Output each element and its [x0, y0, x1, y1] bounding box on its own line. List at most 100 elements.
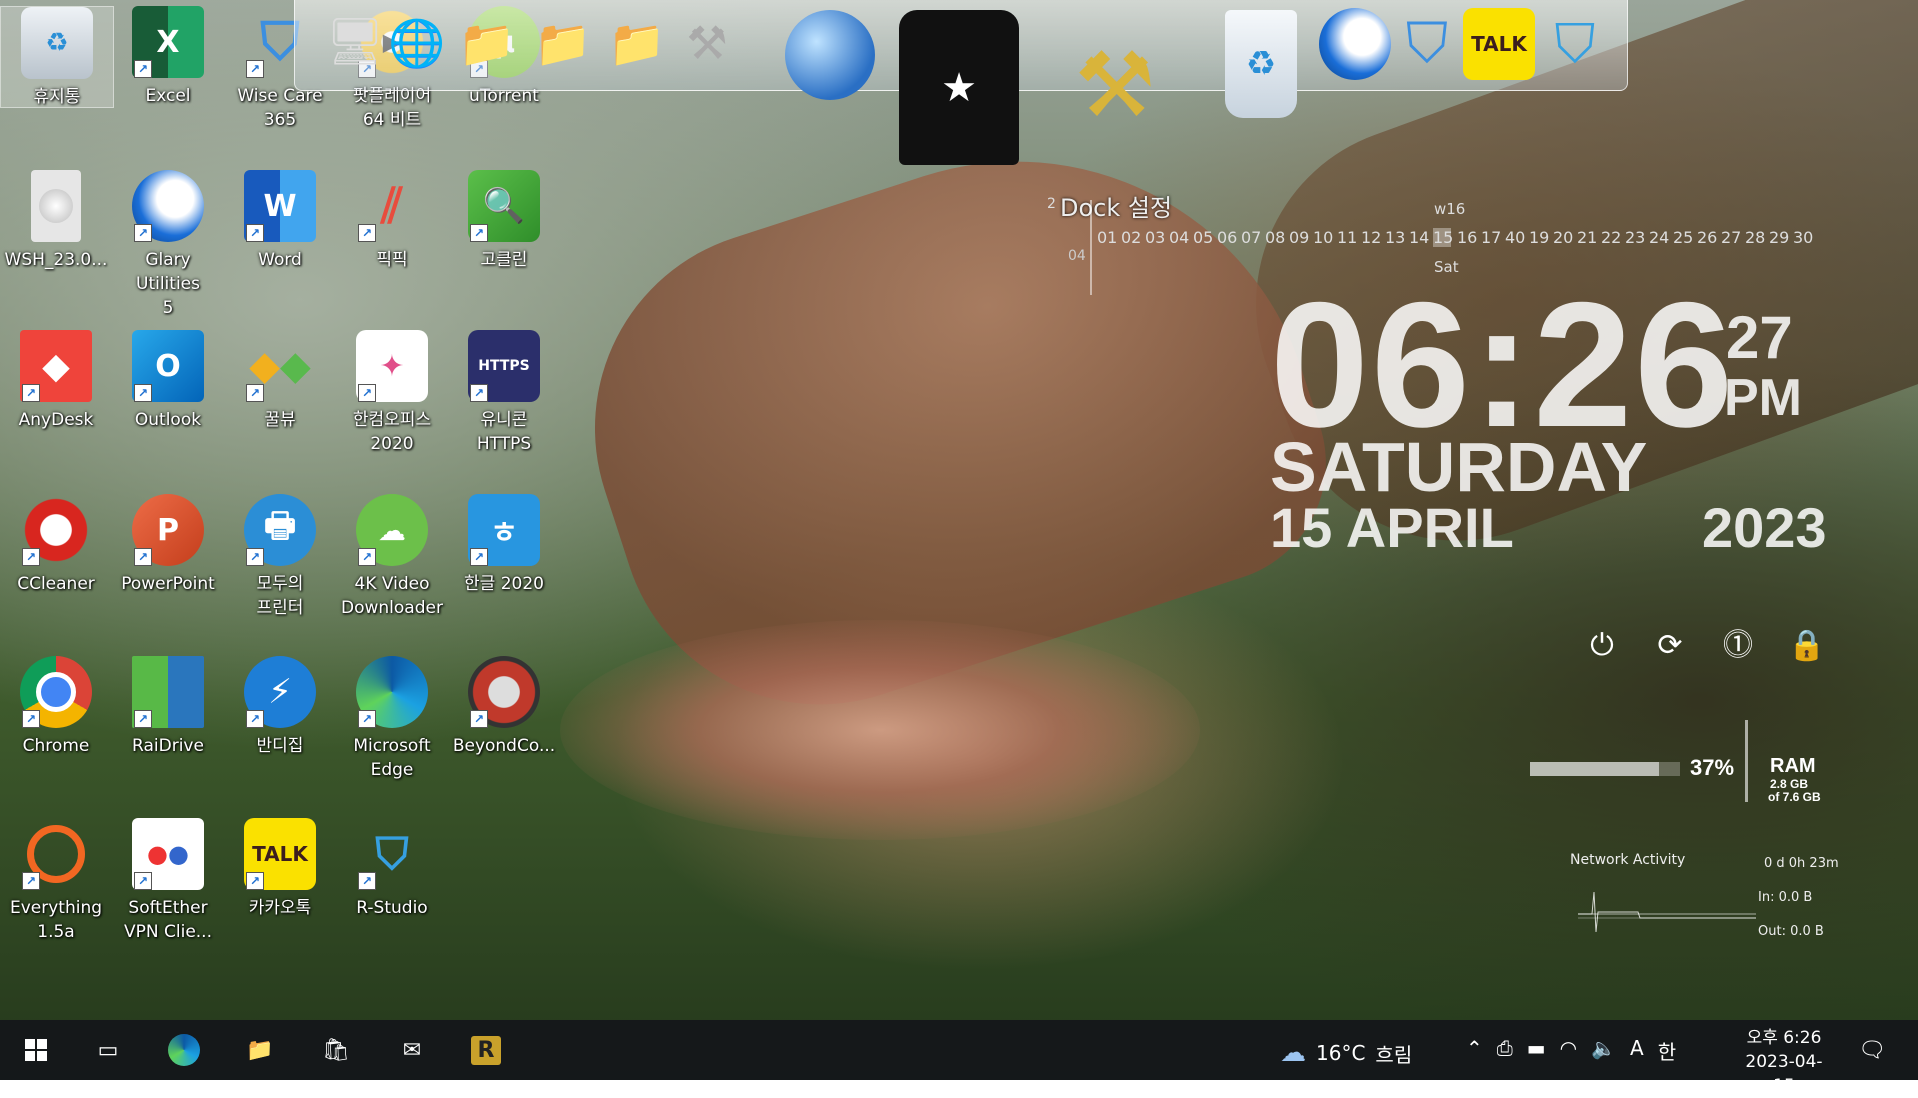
lock-icon[interactable]: 🔒: [1788, 628, 1825, 664]
restart-icon[interactable]: ⟳: [1652, 628, 1688, 664]
recycle-bin-icon[interactable]: ♻: [1225, 10, 1297, 118]
calendar-day[interactable]: 17: [1481, 228, 1501, 247]
monitor-icon[interactable]: 🖥: [325, 6, 385, 76]
desktop-icon-edge[interactable]: ↗ Microsoft Edge: [336, 656, 448, 782]
dock-settings-label[interactable]: Dock 설정: [1060, 188, 1172, 223]
calendar-day[interactable]: 29: [1769, 228, 1789, 247]
globe-icon[interactable]: [785, 10, 875, 100]
calendar-day[interactable]: 30: [1793, 228, 1813, 247]
taskbar-date: 2023-04-15: [1745, 1052, 1823, 1096]
notification-icon[interactable]: 🗨: [1858, 1038, 1886, 1063]
desktop-icon-ccleaner[interactable]: ↗ CCleaner: [0, 494, 112, 596]
calendar-day[interactable]: 21: [1577, 228, 1597, 247]
calendar-day[interactable]: 08: [1265, 228, 1285, 247]
calendar-day[interactable]: 28: [1745, 228, 1765, 247]
ram-total: of 7.6 GB: [1768, 790, 1821, 804]
desktop-icon-everything[interactable]: ↗ Everything 1.5a: [0, 818, 112, 944]
desktop-icon-hangul-2020[interactable]: ㅎ ↗ 한글 2020: [448, 494, 560, 596]
desktop-icon-wsh[interactable]: WSH_23.0...: [0, 170, 112, 272]
wise-icon[interactable]: ⛉: [1391, 8, 1463, 80]
goclean-icon: 🔍 ↗: [468, 170, 540, 242]
r-app-icon[interactable]: R: [466, 1030, 506, 1070]
calendar-day[interactable]: 24: [1649, 228, 1669, 247]
desktop-icon-goclean[interactable]: 🔍 ↗ 고클린: [448, 170, 560, 272]
desktop-icon-bandizip[interactable]: ⚡ ↗ 반디집: [224, 656, 336, 758]
mail-icon[interactable]: ✉: [392, 1030, 432, 1070]
windows-start-icon[interactable]: [16, 1030, 56, 1070]
calendar-day[interactable]: 40: [1505, 228, 1525, 247]
kakaotalk-icon[interactable]: TALK: [1463, 8, 1535, 80]
desktop-icon-modu-printer[interactable]: 🖶 ↗ 모두의 프린터: [224, 494, 336, 620]
desktop-icon-4k-video[interactable]: ☁ ↗ 4K Video Downloader: [336, 494, 448, 620]
taskbar-weather[interactable]: ☁ 16°C 흐림: [1280, 1038, 1412, 1068]
calendar-day[interactable]: 16: [1457, 228, 1477, 247]
calendar-day[interactable]: 13: [1385, 228, 1405, 247]
power-icon[interactable]: ⏻: [1584, 628, 1620, 664]
camera-icon[interactable]: ⎙: [1497, 1036, 1513, 1065]
calendar-day[interactable]: 23: [1625, 228, 1645, 247]
calendar-day[interactable]: 12: [1361, 228, 1381, 247]
tshirt-icon[interactable]: ★: [899, 10, 1019, 165]
anydesk-icon: ◆ ↗: [20, 330, 92, 402]
glary-icon[interactable]: [1319, 8, 1391, 80]
calendar-day[interactable]: 05: [1193, 228, 1213, 247]
hammer-icon[interactable]: ⚒: [1045, 20, 1185, 150]
folder-icon[interactable]: 📁: [455, 8, 519, 78]
calendar-day[interactable]: 02: [1121, 228, 1141, 247]
desktop-icon-recycle-bin[interactable]: ♻ 휴지통: [0, 6, 114, 108]
desktop-icon-powerpoint[interactable]: P ↗ PowerPoint: [112, 494, 224, 596]
file-explorer-icon[interactable]: 📁: [240, 1030, 280, 1070]
shutdown-icon[interactable]: ⓵: [1720, 628, 1756, 664]
folder-icon[interactable]: 📁: [531, 8, 595, 78]
calendar-day[interactable]: 07: [1241, 228, 1261, 247]
ime-mode[interactable]: 한: [1658, 1036, 1676, 1065]
calendar-day[interactable]: 14: [1409, 228, 1429, 247]
chevron-up-icon[interactable]: ⌃: [1466, 1036, 1483, 1065]
volume-icon[interactable]: 🔈: [1591, 1036, 1616, 1065]
desktop-icon-glary[interactable]: ↗ Glary Utilities 5: [112, 170, 224, 320]
calendar-day[interactable]: 26: [1697, 228, 1717, 247]
folder-icon[interactable]: 📁: [605, 8, 669, 78]
ime-language[interactable]: A: [1630, 1036, 1644, 1065]
calendar-day[interactable]: 01: [1097, 228, 1117, 247]
calendar-day[interactable]: 22: [1601, 228, 1621, 247]
desktop-icon-word[interactable]: W ↗ Word: [224, 170, 336, 272]
calendar-day[interactable]: 10: [1313, 228, 1333, 247]
desktop-icon-chrome[interactable]: ↗ Chrome: [0, 656, 112, 758]
powerpoint-icon: P ↗: [132, 494, 204, 566]
calendar-day[interactable]: 04: [1169, 228, 1189, 247]
word-icon: W ↗: [244, 170, 316, 242]
network-uptime: 0 d 0h 23m: [1764, 856, 1839, 871]
task-view-icon[interactable]: ▭: [88, 1030, 128, 1070]
battery-icon[interactable]: ▬: [1527, 1036, 1546, 1065]
tools-icon[interactable]: ⚒: [675, 8, 739, 78]
desktop-icon-raidrive[interactable]: ↗ RaiDrive: [112, 656, 224, 758]
desktop-icon-anydesk[interactable]: ◆ ↗ AnyDesk: [0, 330, 112, 432]
desktop-icon-picpick[interactable]: ⫽ ↗ 픽픽: [336, 170, 448, 272]
calendar-day[interactable]: 06: [1217, 228, 1237, 247]
calendar-day[interactable]: 09: [1289, 228, 1309, 247]
wifi-icon[interactable]: ◠: [1560, 1036, 1577, 1065]
edge-icon[interactable]: [164, 1030, 204, 1070]
desktop-icon-kakaotalk[interactable]: TALK ↗ 카카오톡: [224, 818, 336, 920]
taskbar-clock[interactable]: 오후 6:26 2023-04-15: [1736, 1026, 1832, 1098]
desktop-icon-beyond-compare[interactable]: ↗ BeyondCo...: [448, 656, 560, 758]
desktop-icon-outlook[interactable]: O ↗ Outlook: [112, 330, 224, 432]
desktop-icon-unicorn-https[interactable]: HTTPS ↗ 유니콘 HTTPS: [448, 330, 560, 456]
store-icon[interactable]: 🛍: [316, 1030, 356, 1070]
desktop-icon-r-studio[interactable]: ⛉ ↗ R-Studio: [336, 818, 448, 920]
desktop-icon-excel[interactable]: X ↗ Excel: [112, 6, 224, 108]
desktop-icon-honeyview[interactable]: ◆ ◆ ↗ 꿀뷰: [224, 330, 336, 432]
calendar-day[interactable]: 20: [1553, 228, 1573, 247]
r-studio-icon[interactable]: ⛉: [1539, 8, 1611, 80]
calendar-day[interactable]: 19: [1529, 228, 1549, 247]
globe-icon[interactable]: 🌐: [387, 8, 447, 78]
calendar-month-marker: 2: [1047, 196, 1056, 212]
desktop-icon-softether[interactable]: ● ● ↗ SoftEther VPN Clie...: [112, 818, 224, 944]
calendar-day[interactable]: 27: [1721, 228, 1741, 247]
calendar-day[interactable]: 03: [1145, 228, 1165, 247]
calendar-day[interactable]: 25: [1673, 228, 1693, 247]
desktop-icon-hancom-office[interactable]: ✦ ↗ 한컴오피스 2020: [336, 330, 448, 456]
calendar-day[interactable]: 15: [1433, 228, 1453, 247]
calendar-day[interactable]: 11: [1337, 228, 1357, 247]
